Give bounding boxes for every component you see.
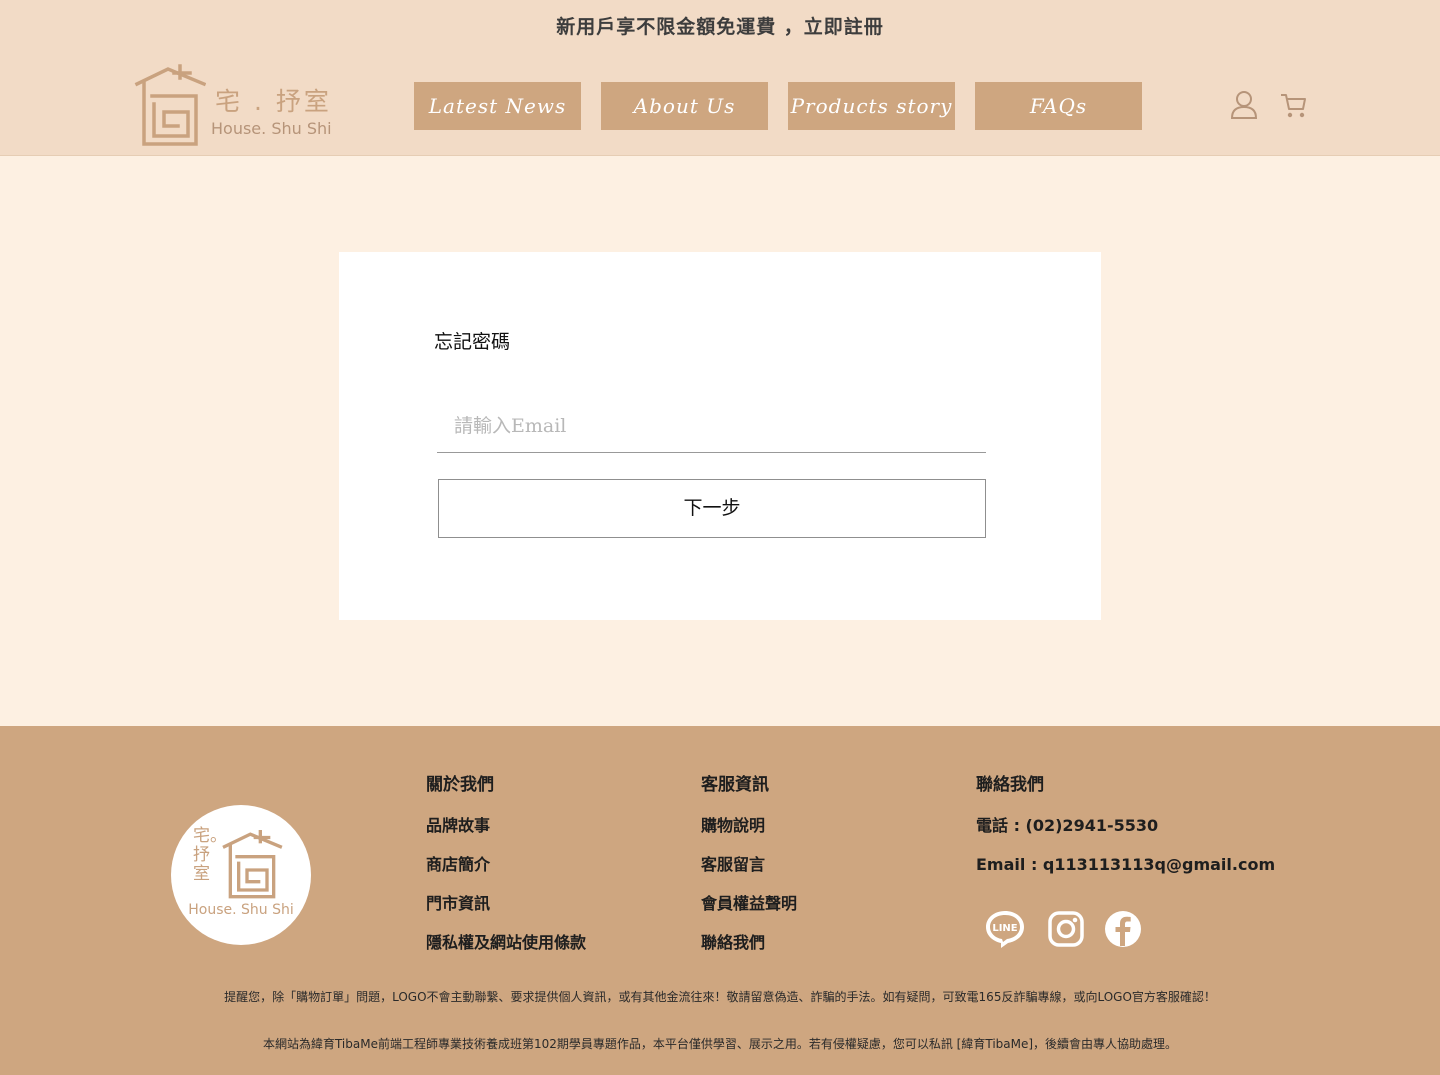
footer-house-logo-icon (222, 830, 283, 899)
footer-link-service-message[interactable]: 客服留言 (701, 854, 797, 893)
footer-contact-column: 聯絡我們 電話 : (02)2941-5530 Email : q1131131… (976, 770, 1275, 893)
footer-link-store-info[interactable]: 門市資訊 (426, 893, 586, 932)
site-header: 新用戶享不限金額免運費 ，立即註冊 宅 . 抒室 House. Shu Shi … (0, 0, 1440, 156)
footer-contact-heading: 聯絡我們 (976, 775, 1044, 795)
instagram-icon[interactable] (1045, 908, 1087, 950)
logo-text-cn: 宅 . 抒室 (215, 87, 332, 116)
footer-service-column: 客服資訊 購物說明 客服留言 會員權益聲明 聯絡我們 (701, 770, 797, 971)
footer-link-brand-story[interactable]: 品牌故事 (426, 815, 586, 854)
forgot-password-card: 忘記密碼 下一步 (339, 252, 1101, 620)
footer-logo-text-cn: 宅。抒室 (193, 826, 227, 884)
site-footer: 宅。抒室 House. Shu Shi 關於我們 品牌故事 商店簡介 門市資訊 … (0, 726, 1440, 1075)
nav-products-story[interactable]: Products story (788, 82, 955, 130)
cart-icon[interactable] (1279, 89, 1309, 121)
footer-logo[interactable]: 宅。抒室 House. Shu Shi (171, 805, 311, 945)
footer-project-notice: 本網站為緯育TibaMe前端工程師專業技術養成班第102期學員專題作品，本平台僅… (262, 1037, 1178, 1051)
footer-phone: 電話 : (02)2941-5530 (976, 816, 1159, 835)
line-icon[interactable]: LINE (984, 908, 1026, 950)
announcement-bar[interactable]: 新用戶享不限金額免運費 ，立即註冊 (0, 12, 1440, 39)
site-logo[interactable]: 宅 . 抒室 House. Shu Shi (134, 64, 334, 148)
page-title: 忘記密碼 (434, 331, 511, 353)
facebook-icon[interactable] (1102, 908, 1144, 950)
footer-link-store-intro[interactable]: 商店簡介 (426, 854, 586, 893)
footer-link-shopping-guide[interactable]: 購物說明 (701, 815, 797, 854)
footer-logo-text-en: House. Shu Shi (188, 902, 294, 918)
email-input[interactable] (437, 400, 986, 453)
footer-link-member-rights[interactable]: 會員權益聲明 (701, 893, 797, 932)
footer-fraud-notice: 提醒您，除「購物訂單」問題，LOGO不會主動聯繫、要求提供個人資訊，或有其他金流… (224, 990, 1216, 1004)
nav-about-us[interactable]: About Us (601, 82, 768, 130)
nav-faqs[interactable]: FAQs (975, 82, 1142, 130)
footer-email[interactable]: Email : q113113113q@gmail.com (976, 854, 1275, 893)
user-icon[interactable] (1229, 89, 1259, 121)
footer-about-column: 關於我們 品牌故事 商店簡介 門市資訊 隱私權及網站使用條款 (426, 770, 586, 971)
footer-link-privacy[interactable]: 隱私權及網站使用條款 (426, 932, 586, 971)
house-logo-icon (134, 64, 206, 146)
footer-service-heading: 客服資訊 (701, 775, 769, 795)
logo-text-en: House. Shu Shi (211, 119, 332, 138)
svg-text:LINE: LINE (992, 923, 1017, 934)
nav-latest-news[interactable]: Latest News (414, 82, 581, 130)
next-step-button[interactable]: 下一步 (438, 479, 986, 538)
footer-link-contact-us[interactable]: 聯絡我們 (701, 932, 797, 971)
footer-about-heading: 關於我們 (426, 775, 494, 795)
